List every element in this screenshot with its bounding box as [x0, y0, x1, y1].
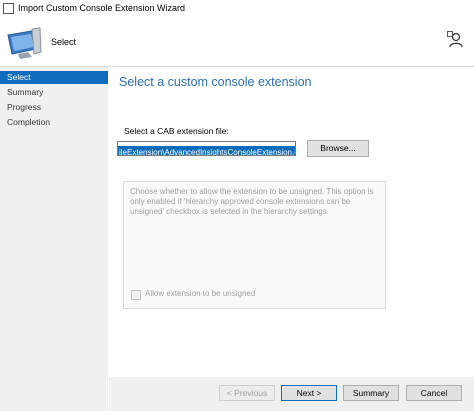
step-title: Select: [51, 37, 77, 47]
cab-file-value: ileExtension\AdvancedInsightsConsoleExte…: [118, 146, 295, 155]
page-title: Select a custom console extension: [119, 75, 312, 89]
next-button[interactable]: Next >: [281, 385, 337, 401]
cab-file-input[interactable]: ileExtension\AdvancedInsightsConsoleExte…: [117, 141, 296, 156]
allow-unsigned-label: Allow extension to be unsigned: [145, 289, 256, 298]
unsigned-description: Choose whether to allow the extension to…: [130, 187, 374, 216]
browse-button[interactable]: Browse...: [307, 140, 369, 157]
window-title: Import Custom Console Extension Wizard: [18, 3, 186, 13]
previous-button[interactable]: < Previous: [219, 385, 275, 401]
sidebar-item-progress[interactable]: Progress: [0, 101, 108, 114]
cab-file-label: Select a CAB extension file:: [124, 126, 229, 136]
unsigned-option-group: Choose whether to allow the extension to…: [123, 181, 386, 309]
cancel-button[interactable]: Cancel: [406, 385, 462, 401]
wizard-sidebar: Select Summary Progress Completion: [0, 67, 108, 411]
user-help-icon[interactable]: [447, 31, 465, 49]
computer-monitor-icon: [7, 27, 42, 59]
main-panel: Select a custom console extension Select…: [109, 67, 474, 377]
wizard-header: Select: [0, 18, 474, 67]
wizard-footer: < Previous Next > Summary Cancel: [109, 377, 474, 411]
sidebar-item-completion[interactable]: Completion: [0, 116, 108, 129]
sidebar-item-select[interactable]: Select: [0, 71, 108, 84]
allow-unsigned-checkbox[interactable]: [131, 290, 141, 300]
title-bar: Import Custom Console Extension Wizard: [0, 0, 474, 18]
wizard-app-icon: [3, 3, 14, 14]
summary-button[interactable]: Summary: [343, 385, 399, 401]
sidebar-item-summary[interactable]: Summary: [0, 86, 108, 99]
